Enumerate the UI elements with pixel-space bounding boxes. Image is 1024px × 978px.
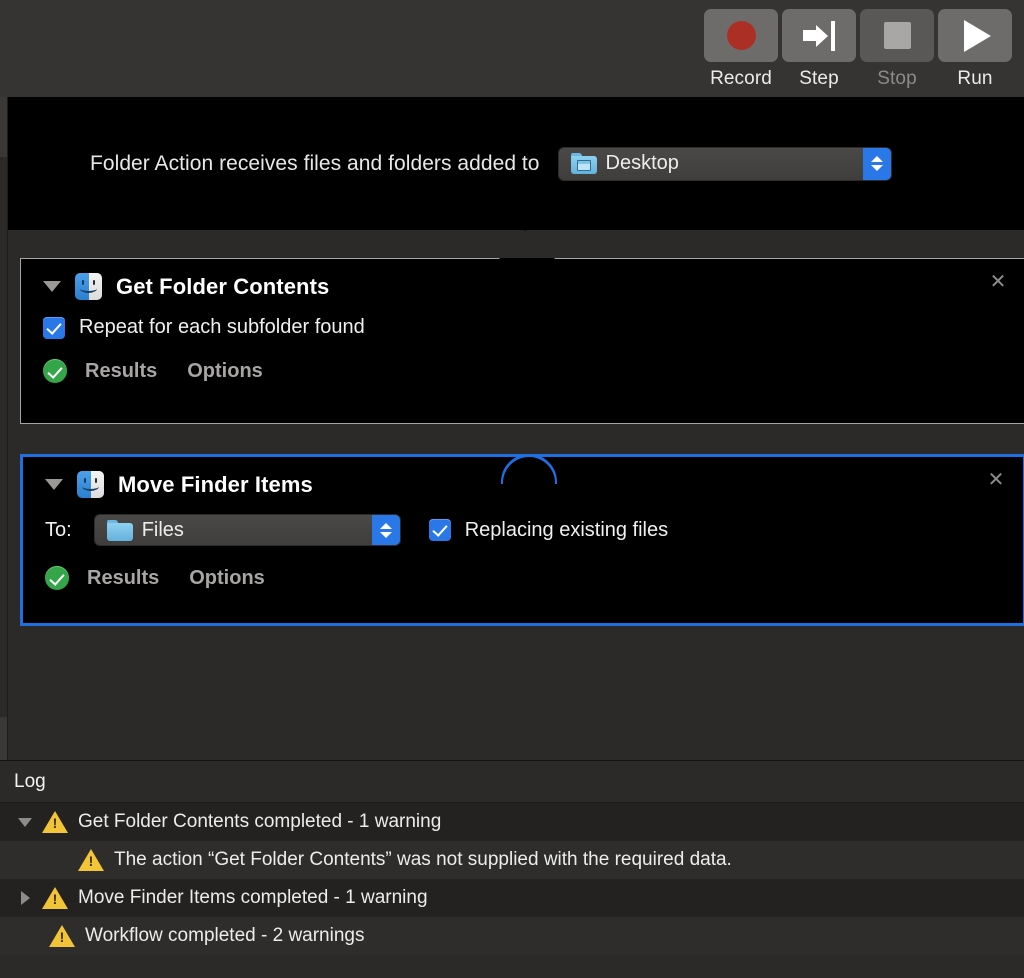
toolbar-button-group: Record Step Stop Run: [702, 0, 1024, 90]
action-body: Repeat for each subfolder found: [21, 300, 1024, 339]
action-destination-row: To: Files Replacing existing files: [45, 514, 1023, 546]
action-option-row: Repeat for each subfolder found: [43, 316, 1024, 339]
record-button-icon-box: [704, 9, 778, 62]
up-down-chevron-icon: [371, 515, 400, 545]
log-panel: Log Get Folder Contents completed - 1 wa…: [0, 760, 1024, 978]
log-row[interactable]: Get Folder Contents completed - 1 warnin…: [0, 803, 1024, 841]
toolbar: Record Step Stop Run: [0, 0, 1024, 97]
disclosure-triangle-open-icon[interactable]: [18, 817, 32, 827]
automator-window: Record Step Stop Run Folder Action recei…: [0, 0, 1024, 978]
options-link[interactable]: Options: [187, 360, 263, 383]
replacing-existing-files-checkbox[interactable]: Replacing existing files: [428, 518, 669, 542]
destination-folder-popup-button[interactable]: Files: [93, 514, 401, 546]
results-link[interactable]: Results: [87, 567, 159, 590]
checkbox-checked-icon: [428, 519, 451, 541]
action-bottom-connector-notch: [499, 395, 555, 423]
stop-square-icon: [883, 22, 911, 49]
rail-scroll-thumb-bottom[interactable]: [0, 717, 7, 760]
log-row-text: Workflow completed - 2 warnings: [85, 925, 365, 946]
repeat-subfolder-checkbox[interactable]: Repeat for each subfolder found: [43, 316, 365, 339]
folder-target-popup-button[interactable]: Desktop: [557, 146, 892, 181]
log-title: Log: [14, 770, 46, 792]
run-play-icon: [964, 19, 991, 52]
disclosure-triangle-open-icon[interactable]: [43, 281, 61, 292]
action-title: Move Finder Items: [118, 471, 313, 497]
destination-folder-popup-value: Files: [141, 518, 184, 541]
warning-triangle-icon: [42, 887, 68, 909]
run-button[interactable]: Run: [936, 9, 1014, 90]
action-title-row: Move Finder Items ✕: [23, 457, 1023, 498]
run-button-icon-box: [938, 9, 1012, 62]
run-button-label: Run: [957, 68, 993, 89]
rail-scroll-thumb-top[interactable]: [0, 97, 7, 157]
action-move-finder-items[interactable]: Move Finder Items ✕ To: Files Replacing …: [20, 454, 1024, 626]
repeat-subfolder-checkbox-label: Repeat for each subfolder found: [79, 316, 365, 338]
action-title: Get Folder Contents: [116, 273, 330, 299]
checkbox-checked-icon: [43, 316, 65, 339]
finder-icon: [75, 273, 102, 300]
warning-triangle-icon: [42, 811, 68, 833]
results-link[interactable]: Results: [85, 360, 157, 383]
step-button-icon-box: [782, 9, 856, 62]
step-button-label: Step: [799, 68, 839, 89]
close-x-icon[interactable]: ✕: [987, 271, 1009, 293]
warning-triangle-icon: [49, 925, 75, 947]
folder-target-popup-value: Desktop: [605, 152, 679, 174]
stop-button[interactable]: Stop: [858, 9, 936, 90]
action-footer-row: Results Options: [21, 359, 1024, 383]
log-row[interactable]: The action “Get Folder Contents” was not…: [0, 841, 1024, 879]
folder-action-header-text: Folder Action receives files and folders…: [90, 151, 540, 175]
action-footer-row: Results Options: [23, 566, 1023, 590]
record-button-label: Record: [710, 68, 772, 89]
action-get-folder-contents[interactable]: Get Folder Contents ✕ Repeat for each su…: [20, 258, 1024, 424]
finder-icon: [77, 471, 104, 498]
workflow-canvas: Folder Action receives files and folders…: [8, 97, 1024, 760]
to-label: To:: [45, 518, 72, 541]
stop-button-label: Stop: [877, 68, 917, 89]
warning-triangle-icon: [78, 849, 104, 871]
action-title-row: Get Folder Contents ✕: [21, 259, 1024, 300]
record-circle-icon: [726, 21, 756, 50]
disclosure-triangle-open-icon[interactable]: [45, 479, 63, 490]
log-row-text: The action “Get Folder Contents” was not…: [114, 849, 732, 870]
log-row[interactable]: Workflow completed - 2 warnings: [0, 917, 1024, 955]
green-check-icon: [43, 359, 67, 383]
folder-action-header: Folder Action receives files and folders…: [8, 97, 1024, 230]
log-row[interactable]: Move Finder Items completed - 1 warning: [0, 879, 1024, 917]
log-row-text: Move Finder Items completed - 1 warning: [78, 887, 428, 908]
desktop-folder-icon: [570, 153, 597, 174]
green-check-icon: [45, 566, 69, 590]
log-row-text: Get Folder Contents completed - 1 warnin…: [78, 811, 442, 832]
record-button[interactable]: Record: [702, 9, 780, 90]
step-button[interactable]: Step: [780, 9, 858, 90]
replacing-existing-files-checkbox-label: Replacing existing files: [464, 518, 669, 541]
log-empty-area: [0, 955, 1024, 978]
log-header: Log: [0, 761, 1024, 803]
disclosure-triangle-closed-icon[interactable]: [21, 891, 30, 905]
up-down-chevron-icon: [862, 147, 891, 180]
options-link[interactable]: Options: [189, 567, 265, 590]
log-rows: Get Folder Contents completed - 1 warnin…: [0, 803, 1024, 978]
left-rail: [0, 97, 8, 760]
stop-button-icon-box: [860, 9, 934, 62]
blue-folder-icon: [106, 519, 133, 541]
close-x-icon[interactable]: ✕: [985, 469, 1007, 491]
action-body: To: Files Replacing existing files: [23, 498, 1023, 546]
step-forward-icon: [803, 20, 835, 51]
